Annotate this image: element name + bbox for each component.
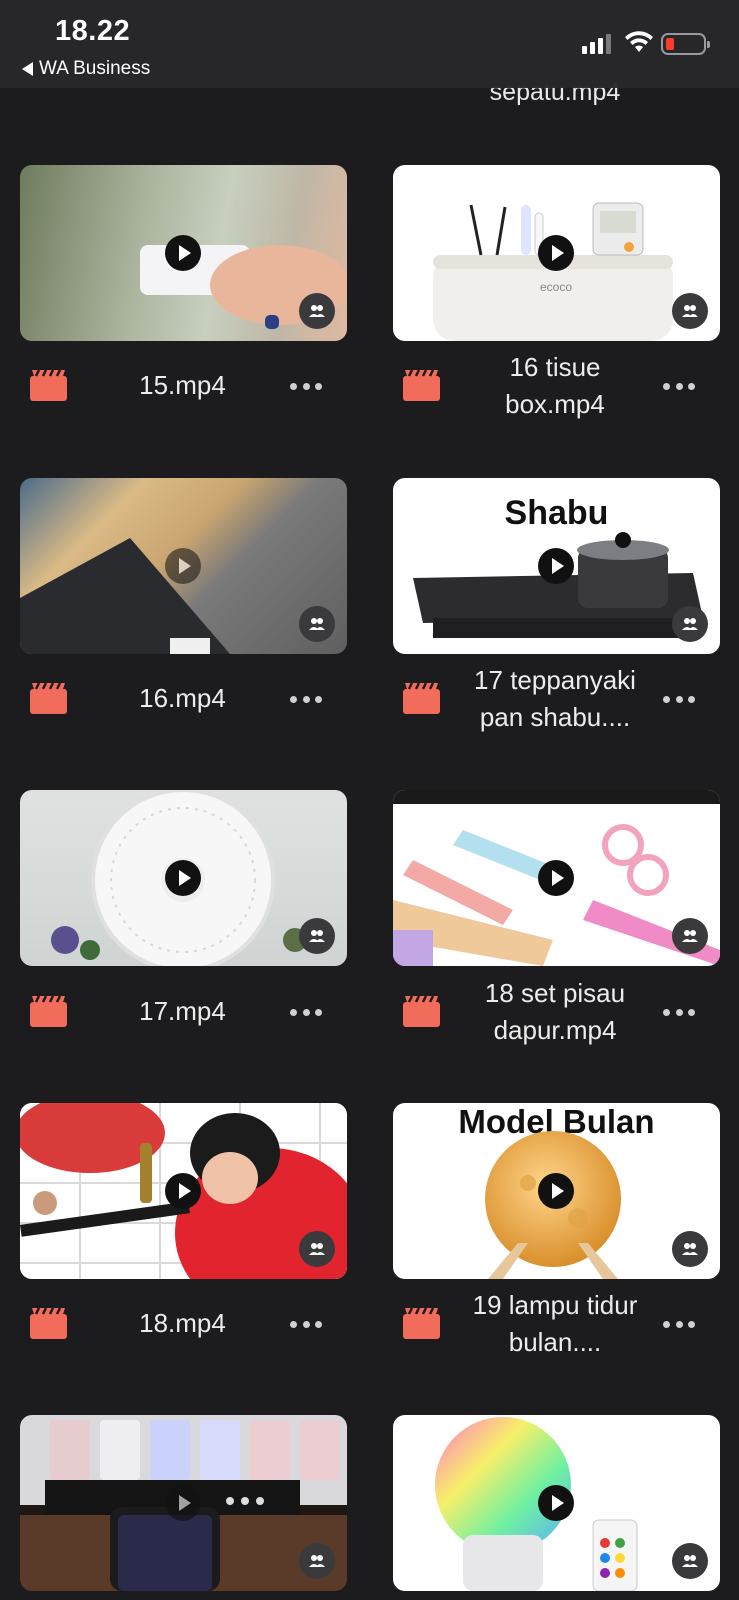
video-thumbnail[interactable] — [20, 165, 347, 341]
cellular-signal-icon — [582, 30, 611, 54]
play-icon — [165, 860, 201, 896]
shared-group-icon — [299, 606, 335, 642]
video-file-icon — [403, 996, 440, 1027]
play-icon — [538, 1485, 574, 1521]
file-name[interactable]: 17.mp4 — [90, 993, 275, 1030]
back-app-label: WA Business — [39, 58, 151, 79]
shared-group-icon — [299, 918, 335, 954]
play-icon — [538, 860, 574, 896]
wifi-icon — [625, 31, 653, 52]
shared-group-icon — [299, 1231, 335, 1267]
file-name[interactable]: 19 lampu tidur bulan.... — [460, 1287, 650, 1361]
file-name[interactable]: 17 teppanyaki pan shabu.... — [455, 662, 655, 736]
more-options-button[interactable] — [663, 694, 695, 704]
video-thumbnail[interactable]: Model Bulan — [393, 1103, 720, 1279]
file-name[interactable]: 16.mp4 — [90, 680, 275, 717]
status-bar: 18.22 WA Business — [0, 0, 739, 88]
video-thumbnail[interactable] — [20, 1415, 347, 1591]
video-file-icon — [30, 370, 67, 401]
play-icon — [538, 235, 574, 271]
shared-group-icon — [672, 1543, 708, 1579]
video-thumbnail[interactable]: Shabu — [393, 478, 720, 654]
video-thumbnail[interactable] — [393, 1415, 720, 1591]
status-time: 18.22 — [55, 15, 131, 47]
video-file-icon — [403, 683, 440, 714]
file-name[interactable]: 18.mp4 — [90, 1305, 275, 1342]
more-options-button[interactable] — [663, 1319, 695, 1329]
play-icon — [165, 1173, 201, 1209]
play-icon — [165, 1485, 201, 1521]
video-file-icon — [30, 996, 67, 1027]
file-name[interactable]: 15.mp4 — [90, 367, 275, 404]
video-thumbnail[interactable] — [393, 790, 720, 966]
shared-group-icon — [672, 1231, 708, 1267]
file-name[interactable]: 16 tisue box.mp4 — [475, 349, 635, 423]
video-file-icon — [403, 370, 440, 401]
shared-group-icon — [299, 1543, 335, 1579]
shared-group-icon — [672, 918, 708, 954]
video-file-icon — [30, 683, 67, 714]
back-to-app-button[interactable]: WA Business — [22, 58, 150, 80]
video-file-icon — [30, 1308, 67, 1339]
more-options-button[interactable] — [290, 694, 322, 704]
play-icon — [165, 548, 201, 584]
video-file-icon — [403, 1308, 440, 1339]
video-thumbnail[interactable] — [20, 1103, 347, 1279]
back-arrow-icon — [22, 62, 33, 76]
more-options-button[interactable] — [663, 381, 695, 391]
shared-group-icon — [672, 293, 708, 329]
video-thumbnail[interactable] — [20, 478, 347, 654]
file-name[interactable]: 18 set pisau dapur.mp4 — [465, 975, 645, 1049]
shared-group-icon — [672, 606, 708, 642]
more-options-button[interactable] — [290, 381, 322, 391]
play-icon — [165, 235, 201, 271]
battery-icon — [661, 33, 710, 55]
more-options-button[interactable] — [290, 1007, 322, 1017]
play-icon — [538, 548, 574, 584]
play-icon — [538, 1173, 574, 1209]
video-thumbnail[interactable] — [20, 790, 347, 966]
more-options-button[interactable] — [663, 1007, 695, 1017]
brand-text: ecoco — [540, 280, 572, 294]
more-options-button[interactable] — [290, 1319, 322, 1329]
video-thumbnail[interactable]: ecoco — [393, 165, 720, 341]
shared-group-icon — [299, 293, 335, 329]
